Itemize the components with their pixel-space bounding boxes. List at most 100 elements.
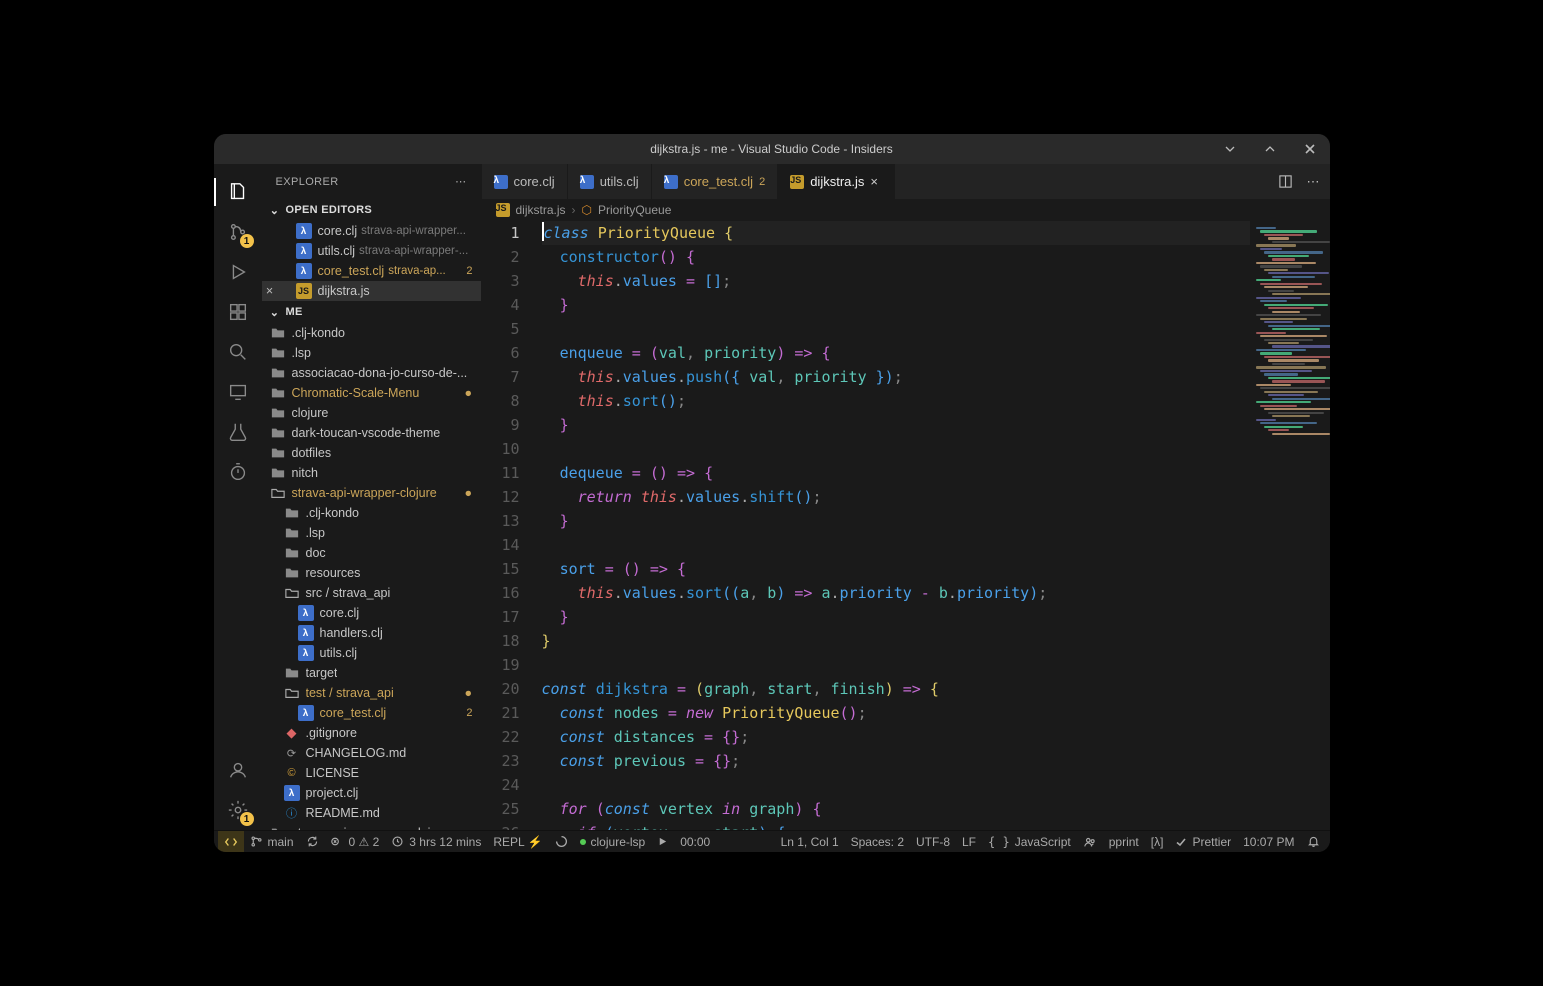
code-line[interactable]: constructor() { <box>542 245 1250 269</box>
code-line[interactable]: this.values = []; <box>542 269 1250 293</box>
tree-folder[interactable]: dotfiles <box>262 443 481 463</box>
tree-folder[interactable]: .lsp <box>262 343 481 363</box>
code-line[interactable]: const dijkstra = (graph, start, finish) … <box>542 677 1250 701</box>
account-icon[interactable] <box>214 750 262 790</box>
minimap[interactable] <box>1250 221 1330 830</box>
status-branch[interactable]: main <box>244 831 300 852</box>
status-play[interactable] <box>651 831 674 852</box>
code-line[interactable]: } <box>542 413 1250 437</box>
status-cursor-pos[interactable]: Ln 1, Col 1 <box>775 831 845 852</box>
code-line[interactable]: } <box>542 605 1250 629</box>
code-line[interactable]: this.sort(); <box>542 389 1250 413</box>
code-editor[interactable]: 1234567891011121314151617181920212223242… <box>482 221 1250 830</box>
tree-folder[interactable]: nitch <box>262 463 481 483</box>
code-line[interactable]: const distances = {}; <box>542 725 1250 749</box>
split-editor-button[interactable] <box>1278 174 1293 189</box>
tree-folder[interactable]: strava-api-wrapper-clojure● <box>262 483 481 503</box>
extensions-icon[interactable] <box>214 292 262 332</box>
status-remote-indicator[interactable] <box>218 831 244 852</box>
status-pprint[interactable]: pprint <box>1103 831 1145 852</box>
code-text[interactable]: class PriorityQueue { constructor() { th… <box>538 221 1250 830</box>
tree-file[interactable]: ©LICENSE <box>262 763 481 783</box>
editor-tab[interactable]: JSdijkstra.js× <box>778 164 895 199</box>
code-line[interactable]: } <box>542 629 1250 653</box>
tree-file[interactable]: ◆.gitignore <box>262 723 481 743</box>
status-live-share[interactable] <box>1077 831 1103 852</box>
open-editor-item[interactable]: ×JSdijkstra.js <box>262 281 481 301</box>
tree-folder[interactable]: doc <box>262 543 481 563</box>
open-editors-header[interactable]: ⌄ OPEN EDITORS <box>262 199 481 221</box>
window-maximize-button[interactable] <box>1250 134 1290 164</box>
beaker-icon[interactable] <box>214 412 262 452</box>
open-editor-item[interactable]: λcore.cljstrava-api-wrapper... <box>262 221 481 241</box>
editor-tab[interactable]: λcore.clj <box>482 164 568 199</box>
code-line[interactable]: sort = () => { <box>542 557 1250 581</box>
code-line[interactable]: const previous = {}; <box>542 749 1250 773</box>
status-lang[interactable]: { }JavaScript <box>982 831 1077 852</box>
close-icon[interactable]: × <box>262 284 278 298</box>
tree-folder[interactable]: test / strava_api● <box>262 683 481 703</box>
tree-folder[interactable]: src / strava_api <box>262 583 481 603</box>
remote-icon[interactable] <box>214 372 262 412</box>
editor-more-button[interactable]: ⋯ <box>1307 174 1320 190</box>
tree-folder[interactable]: target <box>262 663 481 683</box>
status-prettier[interactable]: Prettier <box>1169 831 1237 852</box>
code-line[interactable]: if (vertex === start) { <box>542 821 1250 830</box>
code-line[interactable]: dequeue = () => { <box>542 461 1250 485</box>
tree-file[interactable]: ⟳CHANGELOG.md <box>262 743 481 763</box>
status-repl[interactable]: REPL ⚡ <box>487 831 548 852</box>
workspace-header[interactable]: ⌄ ME <box>262 301 481 323</box>
code-line[interactable] <box>542 773 1250 797</box>
status-calva-loading[interactable] <box>549 831 574 852</box>
status-wakatime[interactable]: 3 hrs 12 mins <box>385 831 487 852</box>
tree-folder[interactable]: .lsp <box>262 523 481 543</box>
code-line[interactable]: const nodes = new PriorityQueue(); <box>542 701 1250 725</box>
tree-folder[interactable]: resources <box>262 563 481 583</box>
editor-tab[interactable]: λcore_test.clj2 <box>652 164 779 199</box>
status-timer[interactable]: 00:00 <box>674 831 716 852</box>
sidebar-more-button[interactable]: ⋯ <box>455 175 466 188</box>
status-problems[interactable]: 0 ⚠ 2 <box>325 831 386 852</box>
code-line[interactable] <box>542 653 1250 677</box>
status-encoding[interactable]: UTF-8 <box>910 831 956 852</box>
tree-folder[interactable]: strava-api-wrapper-nodejs <box>262 823 481 830</box>
code-line[interactable]: this.values.sort((a, b) => a.priority - … <box>542 581 1250 605</box>
files-icon[interactable] <box>214 172 262 212</box>
code-line[interactable]: class PriorityQueue { <box>542 221 1250 245</box>
tree-folder[interactable]: dark-toucan-vscode-theme <box>262 423 481 443</box>
open-editor-item[interactable]: λutils.cljstrava-api-wrapper-... <box>262 241 481 261</box>
code-line[interactable]: return this.values.shift(); <box>542 485 1250 509</box>
tree-folder[interactable]: associacao-dona-jo-curso-de-... <box>262 363 481 383</box>
status-bell[interactable] <box>1301 831 1326 852</box>
code-line[interactable] <box>542 533 1250 557</box>
editor-tab[interactable]: λutils.clj <box>568 164 652 199</box>
tree-file[interactable]: ⓘREADME.md <box>262 803 481 823</box>
search-icon[interactable] <box>214 332 262 372</box>
code-line[interactable] <box>542 317 1250 341</box>
tree-folder[interactable]: Chromatic-Scale-Menu● <box>262 383 481 403</box>
window-minimize-button[interactable] <box>1210 134 1250 164</box>
close-icon[interactable]: × <box>870 174 882 189</box>
settings-icon[interactable]: 1 <box>214 790 262 830</box>
status-clock[interactable]: 10:07 PM <box>1237 831 1300 852</box>
timer-icon[interactable] <box>214 452 262 492</box>
tree-folder[interactable]: clojure <box>262 403 481 423</box>
breadcrumb[interactable]: JS dijkstra.js › ⬡ PriorityQueue <box>482 199 1330 221</box>
status-lambda[interactable]: [λ] <box>1145 831 1170 852</box>
code-line[interactable] <box>542 437 1250 461</box>
code-line[interactable]: this.values.push({ val, priority }); <box>542 365 1250 389</box>
tree-file[interactable]: λcore.clj <box>262 603 481 623</box>
code-line[interactable]: } <box>542 509 1250 533</box>
open-editor-item[interactable]: λcore_test.cljstrava-ap...2 <box>262 261 481 281</box>
tree-file[interactable]: λutils.clj <box>262 643 481 663</box>
tree-file[interactable]: λproject.clj <box>262 783 481 803</box>
code-line[interactable]: for (const vertex in graph) { <box>542 797 1250 821</box>
status-indent[interactable]: Spaces: 2 <box>845 831 910 852</box>
window-close-button[interactable] <box>1290 134 1330 164</box>
status-sync[interactable] <box>300 831 325 852</box>
tree-folder[interactable]: .clj-kondo <box>262 503 481 523</box>
code-line[interactable]: enqueue = (val, priority) => { <box>542 341 1250 365</box>
status-lsp[interactable]: clojure-lsp <box>574 831 652 852</box>
code-line[interactable]: } <box>542 293 1250 317</box>
run-debug-icon[interactable] <box>214 252 262 292</box>
